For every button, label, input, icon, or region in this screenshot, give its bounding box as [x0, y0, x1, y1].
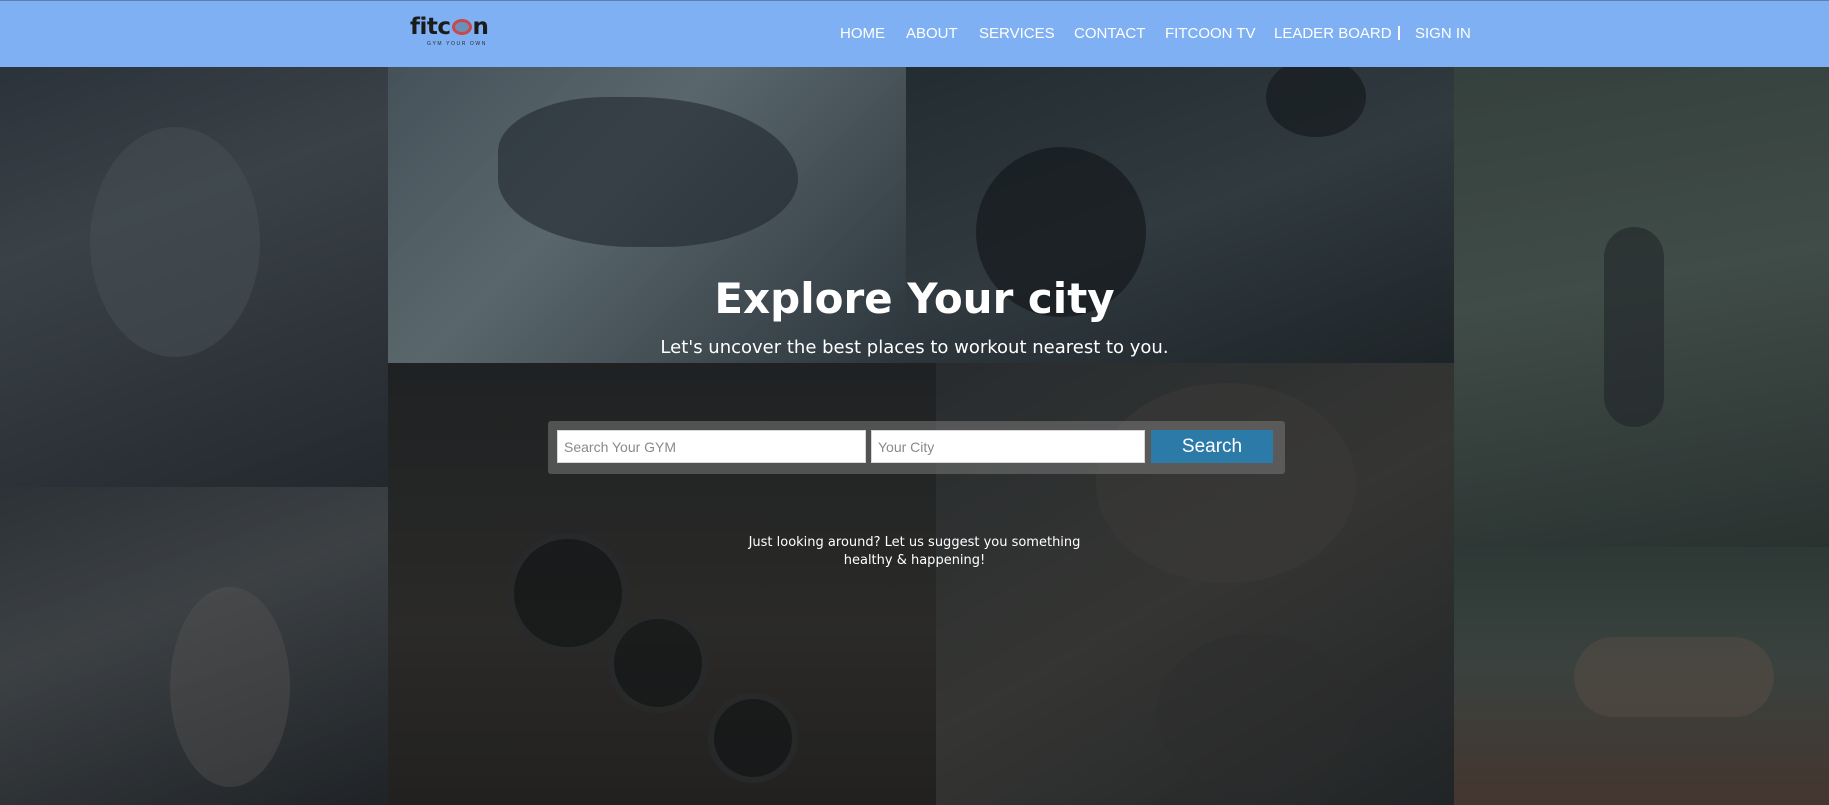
- search-button[interactable]: Search: [1151, 430, 1273, 463]
- nav-services-link[interactable]: SERVICES: [979, 25, 1055, 42]
- suggestion-line-2: healthy & happening!: [843, 553, 986, 568]
- suggestion-line-1: Just looking around? Let us suggest you …: [748, 535, 1081, 550]
- nav-about-link[interactable]: ABOUT: [906, 25, 958, 42]
- nav-home-link[interactable]: HOME: [840, 25, 885, 42]
- city-input[interactable]: [871, 430, 1145, 463]
- hero-section: Explore Your city Let's uncover the best…: [0, 67, 1829, 805]
- suggestion-text: Just looking around? Let us suggest you …: [0, 534, 1829, 570]
- nav-contact-link[interactable]: CONTACT: [1074, 25, 1145, 42]
- nav-sign-in-link[interactable]: SIGN IN: [1415, 25, 1471, 42]
- search-bar: Search: [548, 421, 1285, 474]
- nav-fitcoon-tv-link[interactable]: FITCOON TV: [1165, 25, 1256, 42]
- nav-leader-board-link[interactable]: LEADER BOARD: [1274, 25, 1392, 42]
- hero-subtitle: Let's uncover the best places to workout…: [660, 337, 1169, 358]
- nav-divider: [1398, 26, 1400, 40]
- hero-title: Explore Your city: [714, 274, 1115, 323]
- gym-search-input[interactable]: [557, 430, 866, 463]
- top-navbar: fitc n GYM YOUR OWN HOME ABOUT SERVICES C…: [0, 0, 1829, 67]
- main-nav: HOME ABOUT SERVICES CONTACT FITCOON TV L…: [0, 25, 1829, 45]
